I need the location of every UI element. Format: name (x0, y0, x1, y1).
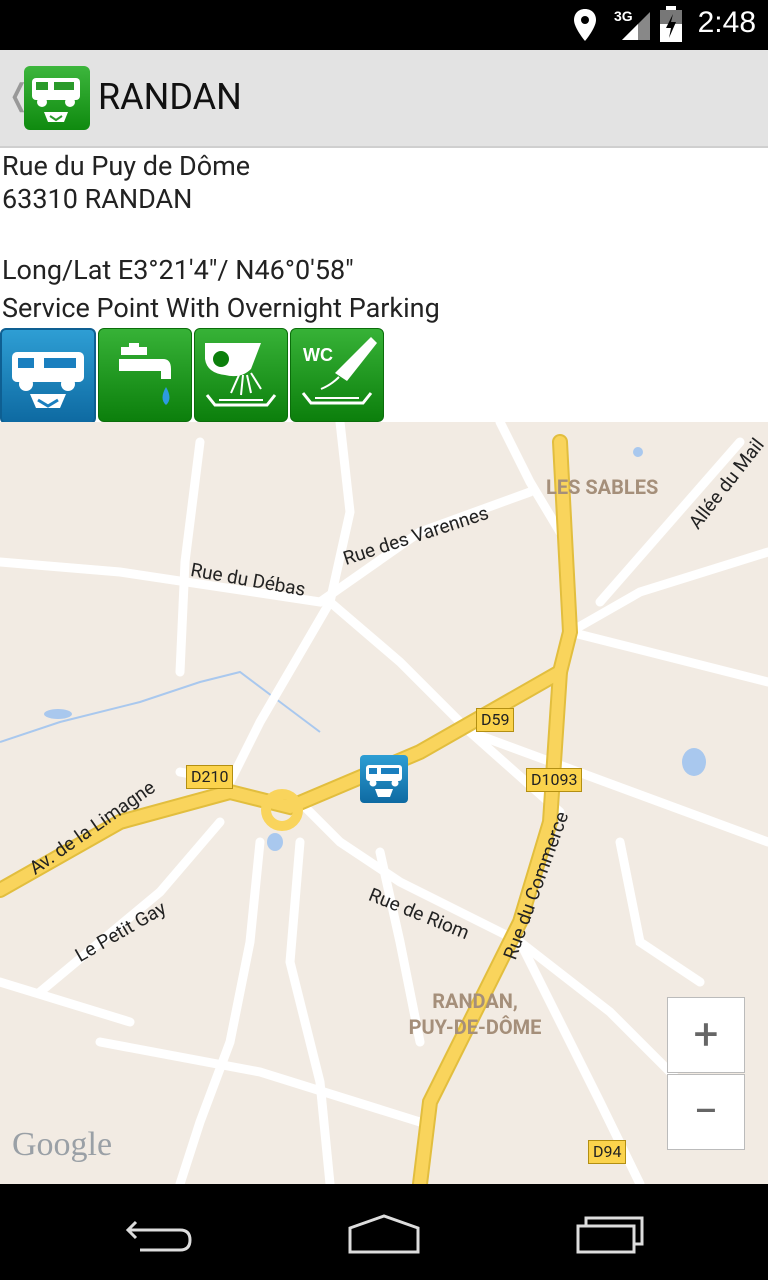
page-title: RANDAN (98, 76, 242, 118)
place-label: RANDAN, PUY-DE-DÔME (400, 988, 550, 1040)
status-bar: 3G 2:48 (0, 0, 768, 50)
action-bar: ❬ RANDAN (0, 50, 768, 148)
place-label-line: RANDAN, (432, 989, 518, 1013)
street-line: Rue du Puy de Dôme (2, 150, 251, 182)
recent-apps-icon[interactable] (574, 1214, 646, 1254)
location-marker-icon[interactable] (360, 755, 408, 803)
road-sign: D210 (186, 765, 234, 789)
back-icon[interactable] (124, 1214, 196, 1254)
road-sign: D1093 (526, 768, 583, 792)
signal-icon (622, 12, 650, 40)
road-sign: D59 (476, 708, 515, 732)
coordinates: Long/Lat E3°21'4"/ N46°0'58" (2, 254, 354, 286)
map-view[interactable]: Rue des Varennes Rue du Débas Allée du M… (0, 422, 768, 1184)
app-logo-icon[interactable] (24, 66, 90, 130)
wc-label: WC (303, 345, 333, 365)
water-tap-icon (98, 328, 192, 422)
location-icon (574, 9, 596, 41)
zoom-in-button[interactable]: + (667, 997, 745, 1073)
place-label-line: PUY-DE-DÔME (408, 1015, 542, 1039)
home-icon[interactable] (346, 1212, 422, 1256)
drain-grey-water-icon (194, 328, 288, 422)
city-line: 63310 RANDAN (2, 183, 193, 215)
motorhome-service-icon (0, 328, 96, 424)
zoom-out-button[interactable]: − (667, 1074, 745, 1150)
place-label: LES SABLES (546, 475, 659, 499)
navigation-bar (0, 1184, 768, 1280)
address: Rue du Puy de Dôme 63310 RANDAN (2, 150, 250, 216)
google-logo: Google (12, 1126, 113, 1163)
service-description: Service Point With Overnight Parking (2, 292, 440, 324)
clock: 2:48 (697, 6, 756, 39)
battery-icon (660, 6, 682, 42)
wc-dump-icon: WC (290, 328, 384, 422)
road-sign: D94 (588, 1140, 627, 1164)
